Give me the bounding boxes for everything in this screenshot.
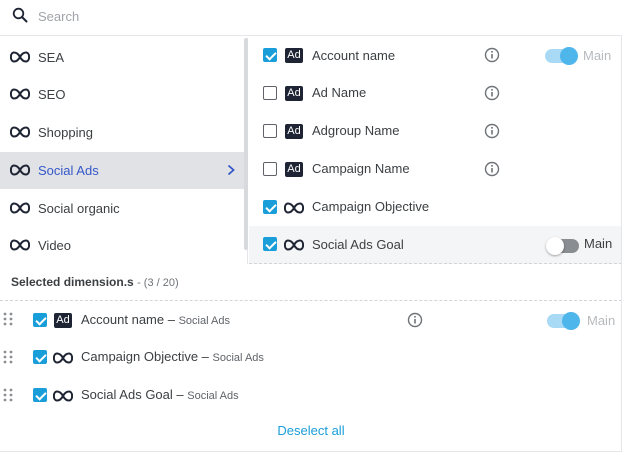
infinity-icon (10, 88, 30, 100)
ad-badge-icon: Ad (285, 162, 303, 177)
infinity-icon (284, 202, 304, 214)
search-input[interactable] (38, 6, 598, 26)
main-toggle[interactable] (546, 237, 579, 255)
selected-label-text: Campaign Objective (81, 349, 199, 364)
info-icon[interactable] (484, 161, 500, 177)
selected-row-campaign-objective[interactable]: Campaign Objective – Social Ads (0, 339, 622, 377)
selected-source: Social Ads (212, 352, 264, 364)
search-icon (12, 7, 28, 23)
category-label: Social Ads (38, 163, 99, 178)
drag-handle-icon[interactable] (3, 312, 13, 326)
selected-count: (3 / 20) (143, 277, 179, 289)
ad-badge-icon: Ad (54, 313, 72, 328)
checkbox[interactable] (263, 162, 277, 176)
category-item-seo[interactable]: SEO (0, 76, 244, 113)
category-label: SEO (38, 87, 66, 102)
category-label: Social organic (38, 201, 120, 216)
category-item-social-ads[interactable]: Social Ads (0, 152, 244, 189)
dimension-label: Adgroup Name (312, 123, 400, 138)
dimension-label: Campaign Objective (312, 199, 430, 214)
selected-title: Selected dimension.s (11, 275, 134, 289)
drag-handle-icon[interactable] (3, 388, 13, 402)
checkbox[interactable] (263, 200, 277, 214)
infinity-icon (10, 239, 30, 251)
search-bar (0, 0, 622, 36)
selected-label-text: Account name (81, 312, 165, 327)
main-toggle[interactable] (547, 312, 580, 330)
info-icon[interactable] (407, 312, 423, 328)
category-label: Shopping (38, 125, 93, 140)
infinity-icon (10, 164, 30, 176)
infinity-icon (284, 239, 304, 251)
checkbox[interactable] (33, 350, 47, 364)
infinity-icon (10, 126, 30, 138)
dimension-row-campaign-name[interactable]: Ad Campaign Name (249, 152, 622, 190)
selected-label: Campaign Objective – Social Ads (81, 349, 264, 364)
infinity-icon (10, 51, 30, 63)
main-toggle-label: Main (583, 48, 612, 63)
category-label: Video (38, 238, 72, 253)
category-item-sea[interactable]: SEA (0, 39, 244, 76)
checkbox[interactable] (263, 86, 277, 100)
dimension-label: Account name (312, 48, 396, 63)
deselect-all-button[interactable]: Deselect all (0, 423, 622, 438)
dimension-list: Ad Account name Main Ad Ad Name Ad Adgro… (249, 38, 622, 264)
selected-count-sep: - (137, 277, 144, 289)
main-toggle-label: Main (587, 313, 616, 328)
dimension-row-campaign-objective[interactable]: Campaign Objective (249, 190, 622, 228)
selected-row-social-ads-goal[interactable]: Social Ads Goal – Social Ads (0, 377, 622, 415)
drag-handle-icon[interactable] (3, 350, 13, 364)
category-scrollbar[interactable] (244, 38, 248, 250)
ad-badge-icon: Ad (285, 124, 303, 139)
ad-badge-icon: Ad (285, 48, 303, 63)
ad-badge-icon: Ad (285, 86, 303, 101)
info-icon[interactable] (484, 123, 500, 139)
category-item-shopping[interactable]: Shopping (0, 114, 244, 151)
checkbox[interactable] (263, 237, 277, 251)
dimension-row-account-name[interactable]: Ad Account name Main (249, 38, 622, 76)
selected-source: Social Ads (178, 315, 230, 327)
dimension-label: Ad Name (312, 85, 367, 100)
category-label: SEA (38, 50, 65, 65)
selected-header: Selected dimension.s - (3 / 20) (11, 275, 179, 289)
infinity-icon (53, 352, 73, 364)
dimension-row-ad-name[interactable]: Ad Ad Name (249, 76, 622, 114)
info-icon[interactable] (484, 85, 500, 101)
checkbox[interactable] (33, 313, 47, 327)
checkbox[interactable] (263, 124, 277, 138)
selected-label-text: Social Ads Goal (81, 387, 173, 402)
infinity-icon (10, 202, 30, 214)
dimension-row-adgroup-name[interactable]: Ad Adgroup Name (249, 114, 622, 152)
selected-label: Social Ads Goal – Social Ads (81, 387, 239, 402)
info-icon[interactable] (484, 47, 500, 63)
category-list: SEA SEO Shopping Social Ads Social organ… (0, 38, 248, 264)
selected-label: Account name – Social Ads (81, 312, 230, 327)
dimension-label: Campaign Name (312, 161, 410, 176)
selected-source: Social Ads (187, 390, 239, 402)
dimension-row-social-ads-goal[interactable]: Social Ads Goal Main (249, 226, 622, 264)
category-item-video[interactable]: Video (0, 227, 244, 264)
chevron-right-icon (227, 164, 235, 176)
main-toggle-label: Main (584, 236, 613, 251)
checkbox[interactable] (33, 388, 47, 402)
dimension-label: Social Ads Goal (312, 237, 404, 252)
checkbox[interactable] (263, 48, 277, 62)
category-item-social-organic[interactable]: Social organic (0, 190, 244, 227)
main-toggle[interactable] (545, 47, 578, 65)
divider (249, 263, 622, 264)
infinity-icon (53, 390, 73, 402)
selected-row-account-name[interactable]: Ad Account name – Social Ads Main (0, 301, 622, 339)
